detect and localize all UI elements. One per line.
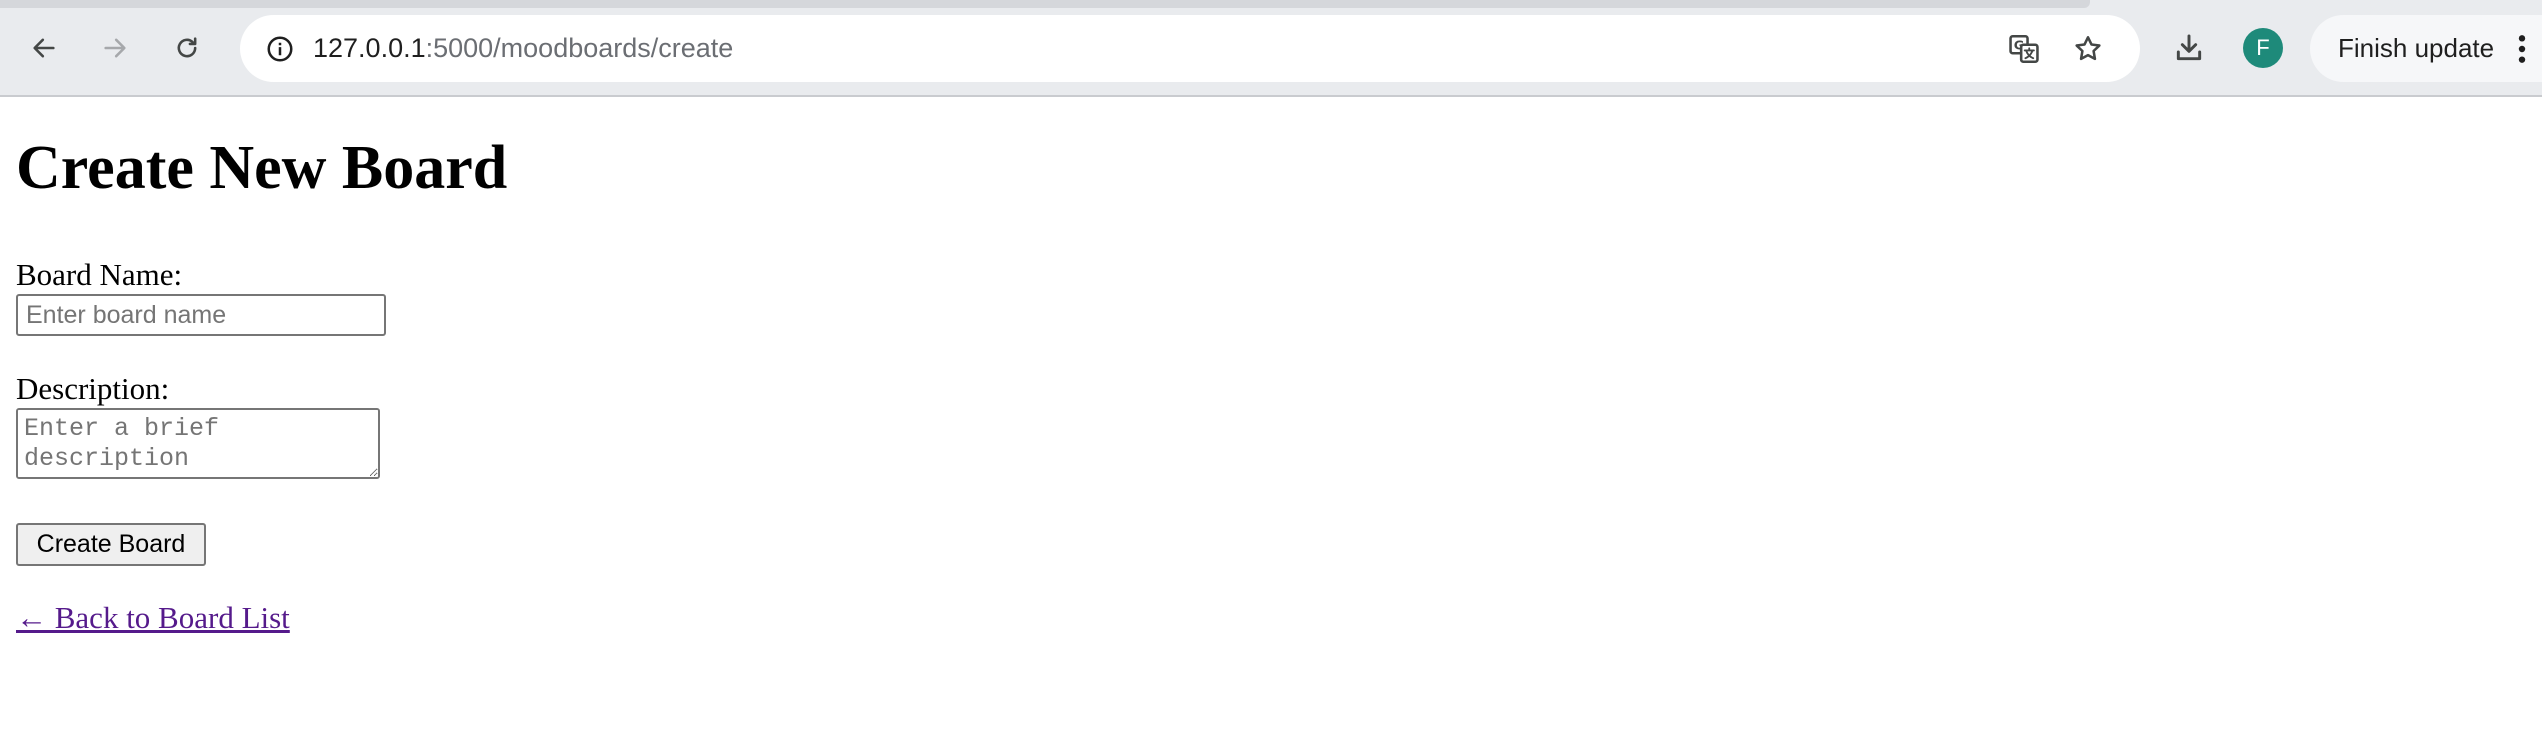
address-bar[interactable]: 127.0.0.1:5000/moodboards/create G xyxy=(240,15,2140,82)
reload-button[interactable] xyxy=(163,24,211,72)
back-to-board-list-link[interactable]: ← Back to Board List xyxy=(16,602,290,633)
translate-icon: G xyxy=(2009,34,2039,64)
bookmark-button[interactable] xyxy=(2066,27,2110,71)
site-info-icon xyxy=(267,36,293,62)
url-host: 127.0.0.1 xyxy=(313,33,426,63)
forward-button[interactable] xyxy=(91,24,139,72)
url-path: :5000/moodboards/create xyxy=(425,33,734,63)
back-icon xyxy=(33,38,55,58)
more-menu-icon xyxy=(2518,35,2526,63)
page-content: Create New Board Board Name: Description… xyxy=(0,99,2542,732)
finish-update-label: Finish update xyxy=(2338,33,2495,63)
board-name-label: Board Name: xyxy=(16,257,183,292)
translate-button[interactable]: G xyxy=(2002,27,2046,71)
url-text[interactable]: 127.0.0.1:5000/moodboards/create xyxy=(313,15,733,82)
tab-strip xyxy=(0,0,2090,8)
download-icon xyxy=(2176,34,2202,61)
more-menu-button[interactable] xyxy=(2510,29,2534,69)
back-button[interactable] xyxy=(20,24,68,72)
downloads-button[interactable] xyxy=(2165,24,2213,72)
create-board-button[interactable]: Create Board xyxy=(16,523,206,566)
finish-update-button[interactable]: Finish update xyxy=(2310,15,2542,82)
browser-toolbar: 127.0.0.1:5000/moodboards/create G F Fin… xyxy=(0,0,2542,97)
description-label: Description: xyxy=(16,371,170,406)
bookmark-star-icon xyxy=(2075,36,2101,61)
description-textarea[interactable] xyxy=(16,408,380,479)
site-info-button[interactable] xyxy=(256,25,304,73)
reload-icon xyxy=(177,37,197,58)
board-name-input[interactable] xyxy=(16,294,386,336)
page-title: Create New Board xyxy=(16,134,508,202)
profile-avatar[interactable]: F xyxy=(2243,28,2283,68)
forward-icon xyxy=(104,38,126,58)
